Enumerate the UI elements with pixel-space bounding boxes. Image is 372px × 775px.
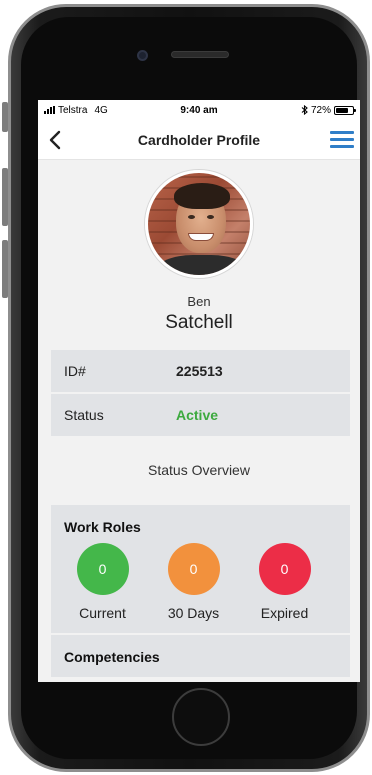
navigation-bar: Cardholder Profile xyxy=(38,120,360,160)
avatar-hair xyxy=(174,183,230,209)
battery-level-fill xyxy=(336,107,348,113)
avatar-eye xyxy=(188,215,195,219)
work-roles-current[interactable]: 0 Current xyxy=(57,543,148,621)
page-title: Cardholder Profile xyxy=(137,131,261,148)
battery-icon xyxy=(334,105,356,115)
status-bar-right: 72% xyxy=(301,104,356,116)
battery-percent: 72% xyxy=(310,104,331,116)
chevron-left-icon xyxy=(49,130,61,149)
signal-strength-icon xyxy=(44,106,55,114)
id-label: ID# xyxy=(64,363,86,379)
work-roles-30-days[interactable]: 0 30 Days xyxy=(148,543,239,621)
status-bar: Telstra 4G 9:40 am 72% xyxy=(38,100,360,120)
status-label: Status xyxy=(64,407,104,423)
hamburger-menu-icon-bar xyxy=(330,145,354,148)
carrier-name: Telstra xyxy=(58,104,88,116)
id-row: ID# 225513 xyxy=(51,350,350,392)
work-roles-title: Work Roles xyxy=(64,519,141,535)
first-name: Ben xyxy=(187,294,211,309)
volume-down-button xyxy=(2,240,8,298)
profile-info-table: ID# 225513 Status Active xyxy=(51,350,350,436)
30-days-count-badge: 0 xyxy=(167,543,220,595)
menu-button[interactable] xyxy=(330,120,354,160)
volume-up-button xyxy=(2,168,8,226)
status-overview-heading: Status Overview xyxy=(148,462,250,478)
network-type: 4G xyxy=(94,104,108,116)
home-button[interactable] xyxy=(172,688,230,746)
bluetooth-icon xyxy=(301,105,308,115)
expired-count-badge: 0 xyxy=(258,543,311,595)
front-camera xyxy=(137,50,148,61)
current-count-badge: 0 xyxy=(76,543,129,595)
avatar xyxy=(145,170,253,278)
back-button[interactable] xyxy=(40,120,70,160)
status-bar-left: Telstra 4G xyxy=(44,105,108,116)
current-label: Current xyxy=(79,605,126,621)
hamburger-menu-icon xyxy=(330,131,354,134)
earpiece-speaker xyxy=(171,51,229,58)
avatar-eye xyxy=(207,215,214,219)
work-roles-summary: 0 Current 0 30 Days 0 Expired xyxy=(51,543,350,633)
status-row: Status Active xyxy=(51,394,350,436)
competencies-title: Competencies xyxy=(64,649,160,665)
mute-switch xyxy=(2,102,8,132)
app-screen: Telstra 4G 9:40 am 72% Cardholder Profil… xyxy=(38,100,360,682)
avatar-shirt xyxy=(156,255,248,275)
work-roles-panel: Work Roles 0 Current 0 30 Days 0 Expired xyxy=(51,505,350,633)
30-days-label: 30 Days xyxy=(167,605,220,621)
expired-label: Expired xyxy=(260,605,309,621)
id-value: 225513 xyxy=(176,363,223,379)
hamburger-menu-icon-bar xyxy=(330,138,354,141)
status-badge: Active xyxy=(176,407,219,423)
work-roles-expired[interactable]: 0 Expired xyxy=(239,543,330,621)
avatar-smile xyxy=(188,233,214,241)
last-name: Satchell xyxy=(165,312,233,333)
competencies-panel[interactable]: Competencies xyxy=(51,635,350,677)
